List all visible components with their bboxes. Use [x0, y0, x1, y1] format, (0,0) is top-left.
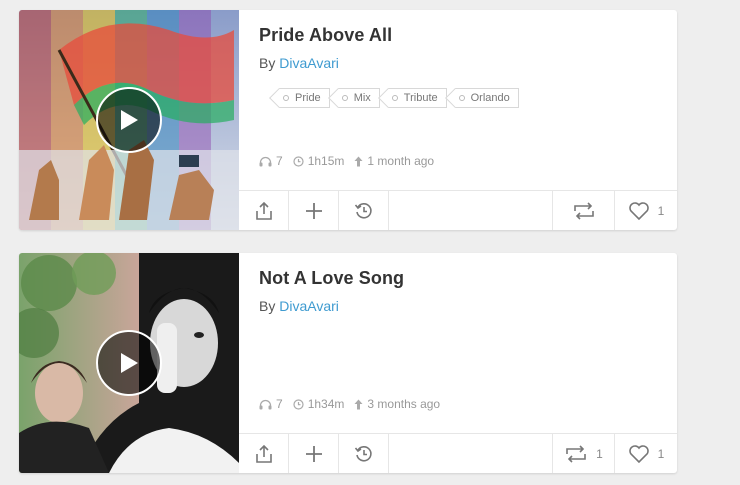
tag-label: Mix — [353, 92, 371, 104]
history-icon — [354, 446, 372, 462]
listens-stat: 7 — [259, 154, 283, 168]
repost-button[interactable] — [553, 191, 615, 230]
repost-icon — [573, 202, 594, 220]
cloudcast-card: Pride Above All By DivaAvari Pride Mix T… — [19, 10, 677, 230]
cloudcast-stats: 7 1h15m 1 month ago — [259, 154, 444, 168]
like-count: 1 — [657, 447, 665, 461]
tag-hole-icon — [458, 95, 465, 101]
duration-stat: 1h34m — [293, 397, 345, 411]
duration-value: 1h34m — [307, 397, 345, 411]
listens-count: 7 — [276, 154, 283, 168]
play-button[interactable] — [96, 87, 162, 153]
cloudcast-title[interactable]: Pride Above All — [259, 25, 392, 46]
clock-icon — [293, 155, 304, 167]
byline: By DivaAvari — [259, 298, 339, 314]
add-to-playlist-button[interactable] — [289, 191, 339, 230]
like-button[interactable]: 1 — [615, 434, 677, 473]
tag[interactable]: Tribute — [387, 88, 447, 108]
tag-hole-icon — [391, 95, 398, 101]
cloudcast-info: Not A Love Song By DivaAvari 7 1h34m 3 m… — [259, 253, 677, 433]
tag-label: Orlando — [470, 92, 510, 104]
share-button[interactable] — [239, 434, 289, 473]
tag-label: Tribute — [403, 92, 438, 104]
tag[interactable]: Pride — [279, 88, 330, 108]
uploaded-stat: 1 month ago — [354, 154, 434, 168]
share-icon — [255, 444, 272, 463]
listens-stat: 7 — [259, 397, 283, 411]
cover-artwork[interactable] — [19, 10, 239, 230]
tag-hole-icon — [283, 95, 289, 101]
cover-artwork[interactable] — [19, 253, 239, 473]
heart-icon — [628, 445, 649, 464]
by-label: By — [259, 55, 276, 71]
history-icon — [354, 203, 372, 219]
listen-later-button[interactable] — [339, 434, 389, 473]
play-icon — [121, 353, 138, 373]
action-spacer — [389, 191, 553, 230]
action-spacer — [389, 434, 553, 473]
cloudcast-stats: 7 1h34m 3 months ago — [259, 397, 450, 411]
tag[interactable]: Mix — [337, 88, 380, 108]
cloudcast-title[interactable]: Not A Love Song — [259, 268, 404, 289]
add-to-playlist-button[interactable] — [289, 434, 339, 473]
listen-later-button[interactable] — [339, 191, 389, 230]
clock-icon — [293, 398, 304, 410]
tag-list: Pride Mix Tribute Orlando — [279, 88, 519, 108]
share-icon — [255, 201, 272, 220]
upload-arrow-icon — [354, 399, 363, 409]
cloudcast-card: Not A Love Song By DivaAvari 7 1h34m 3 m… — [19, 253, 677, 473]
duration-stat: 1h15m — [293, 154, 345, 168]
play-icon — [121, 110, 138, 130]
repost-icon — [566, 445, 586, 463]
uploaded-value: 1 month ago — [367, 154, 435, 168]
plus-icon — [305, 446, 322, 462]
author-link[interactable]: DivaAvari — [279, 55, 339, 71]
repost-button[interactable]: 1 — [553, 434, 615, 473]
like-count: 1 — [657, 204, 665, 218]
heart-icon — [628, 202, 649, 221]
tag-hole-icon — [341, 95, 348, 101]
tag-label: Pride — [295, 92, 321, 104]
plus-icon — [305, 203, 322, 219]
author-link[interactable]: DivaAvari — [279, 298, 339, 314]
action-bar: 1 — [239, 190, 677, 230]
cloudcast-info: Pride Above All By DivaAvari Pride Mix T… — [259, 10, 677, 190]
like-button[interactable]: 1 — [615, 191, 677, 230]
by-label: By — [259, 298, 276, 314]
uploaded-value: 3 months ago — [367, 397, 441, 411]
byline: By DivaAvari — [259, 55, 339, 71]
uploaded-stat: 3 months ago — [354, 397, 440, 411]
play-button[interactable] — [96, 330, 162, 396]
action-bar: 1 1 — [239, 433, 677, 473]
upload-arrow-icon — [354, 156, 363, 166]
repost-count: 1 — [596, 447, 603, 461]
share-button[interactable] — [239, 191, 289, 230]
headphones-icon — [259, 156, 272, 166]
listens-count: 7 — [276, 397, 283, 411]
tag[interactable]: Orlando — [454, 88, 519, 108]
duration-value: 1h15m — [307, 154, 345, 168]
headphones-icon — [259, 399, 272, 409]
